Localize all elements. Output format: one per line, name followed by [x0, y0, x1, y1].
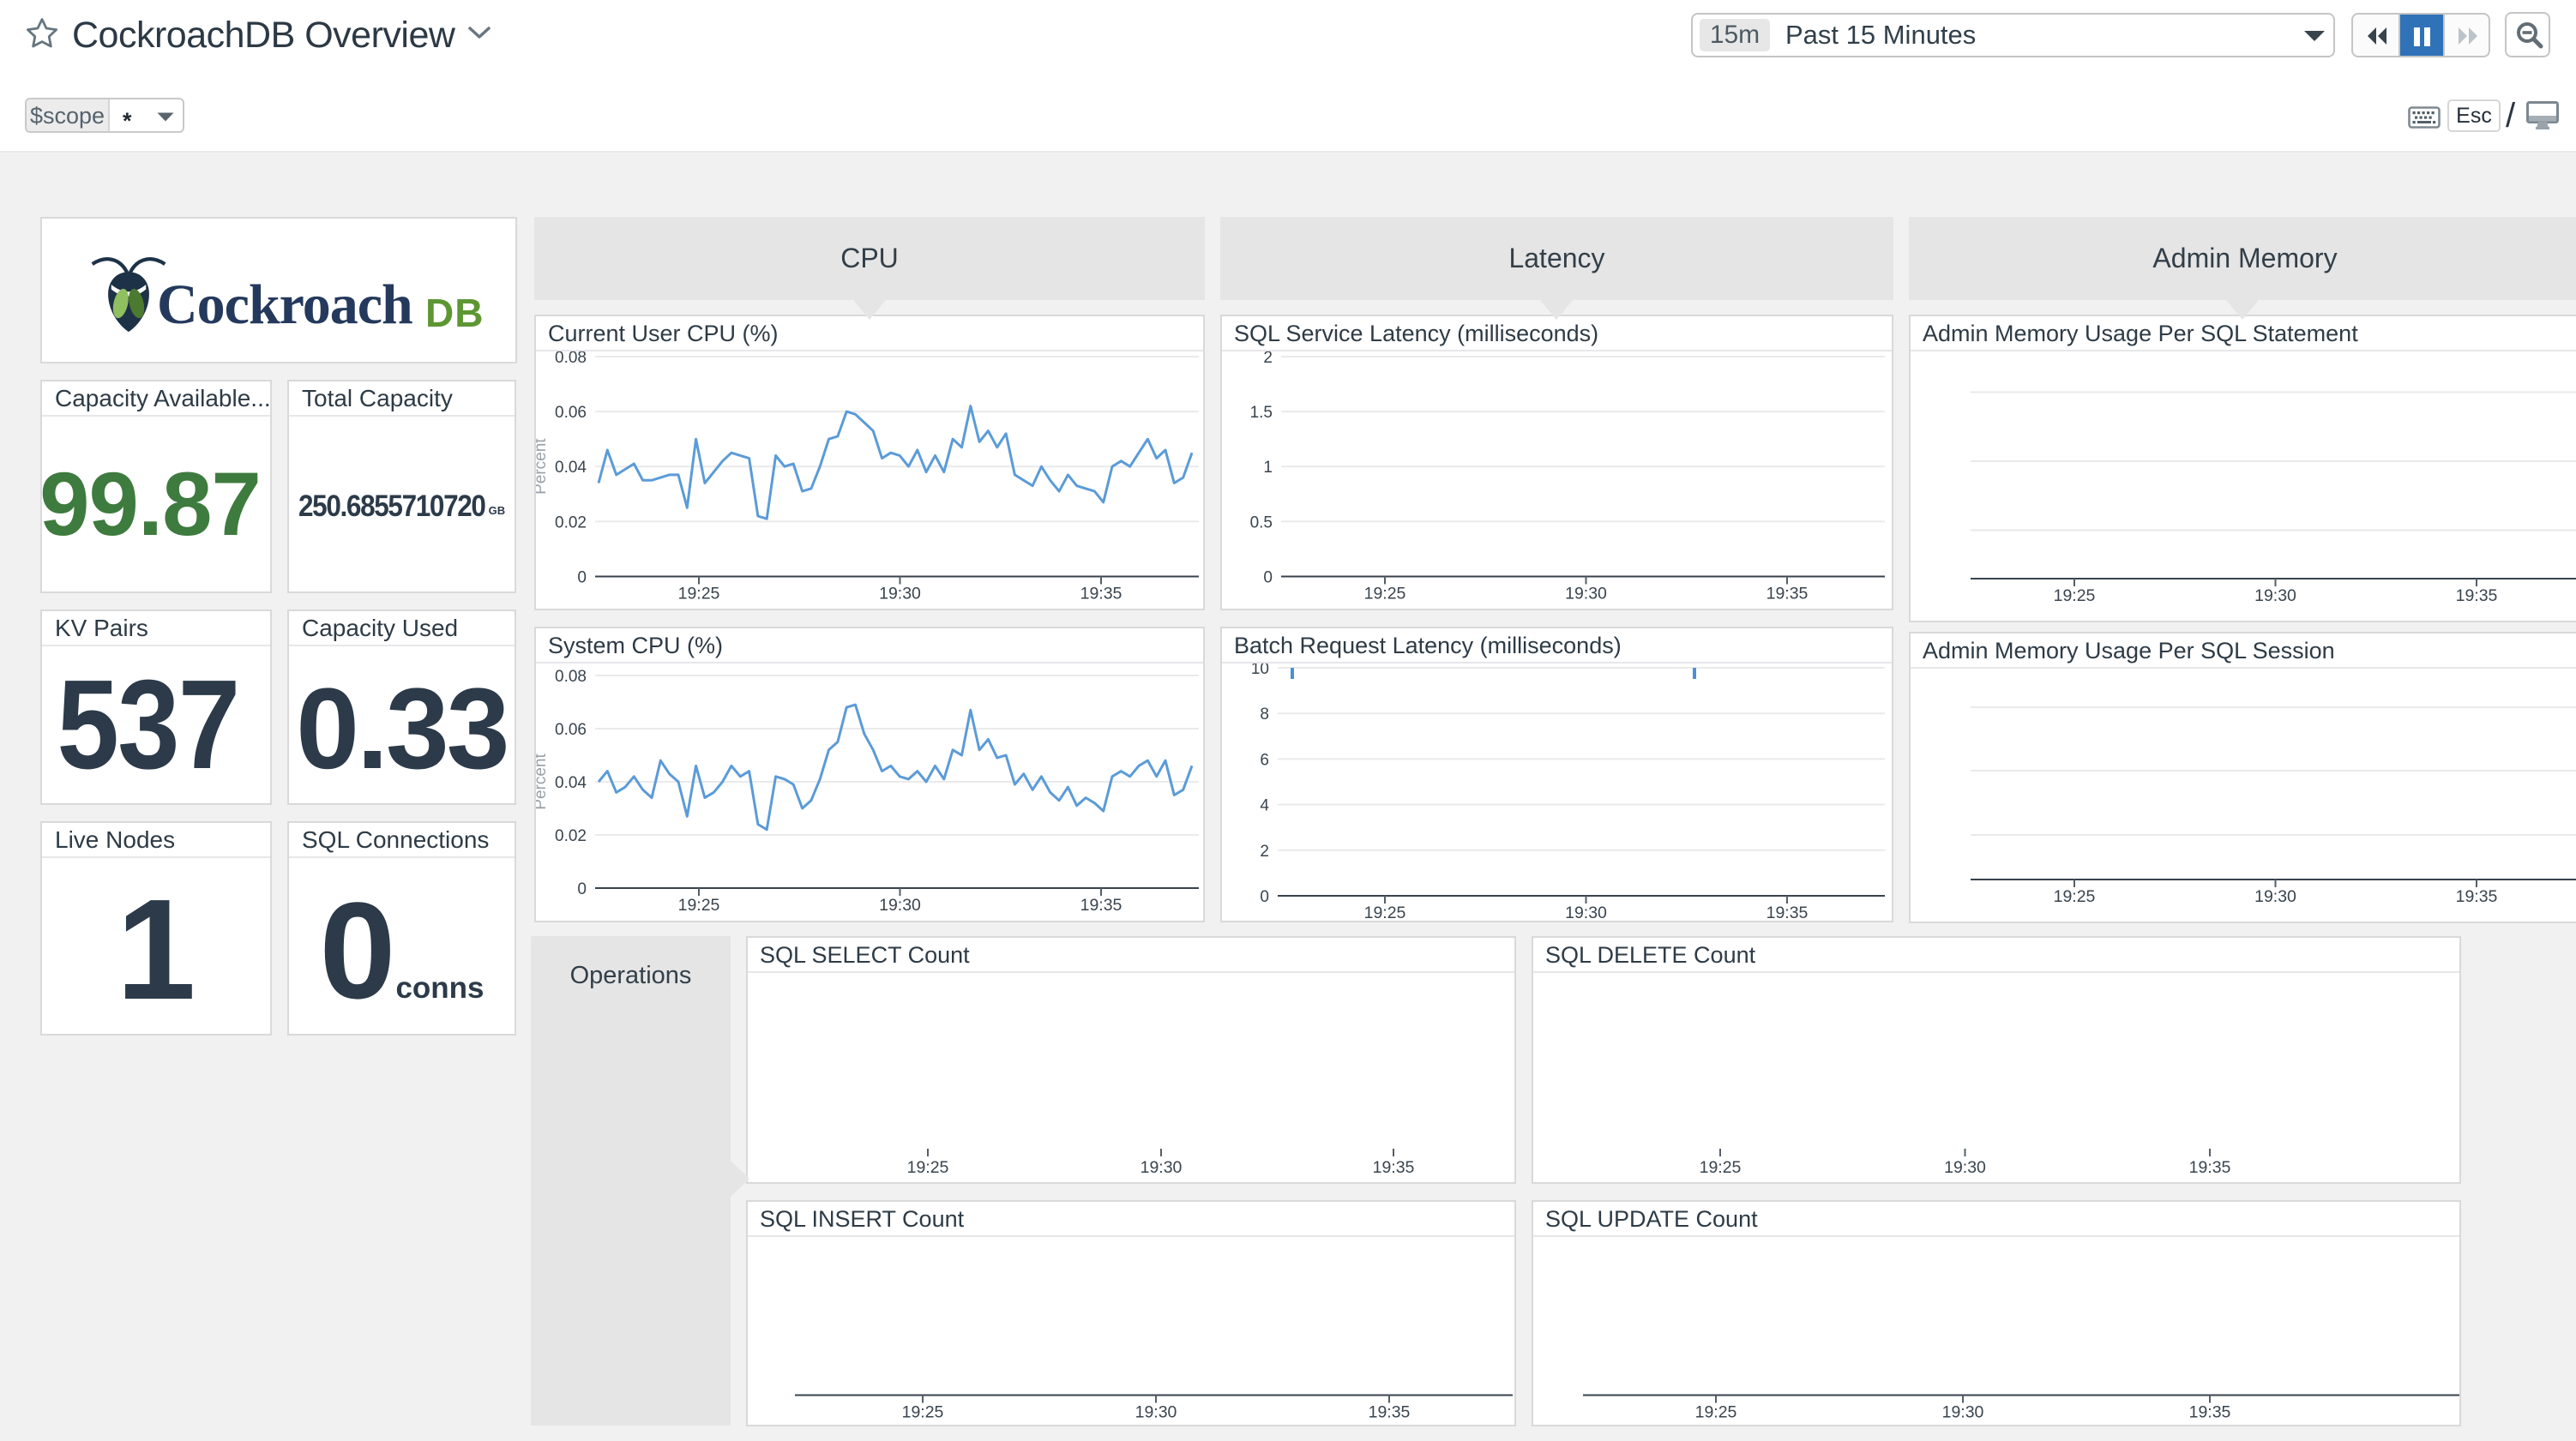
svg-text:0.08: 0.08	[555, 351, 587, 367]
svg-text:6: 6	[1260, 751, 1269, 769]
svg-text:19:35: 19:35	[1369, 1403, 1411, 1422]
svg-text:0.04: 0.04	[555, 459, 587, 477]
svg-text:0.04: 0.04	[555, 774, 587, 792]
svg-text:19:35: 19:35	[2189, 1158, 2231, 1177]
svg-text:0: 0	[577, 880, 587, 898]
svg-text:1.5: 1.5	[1250, 404, 1273, 422]
svg-text:19:35: 19:35	[2456, 586, 2498, 605]
svg-text:0: 0	[1260, 888, 1269, 906]
svg-text:19:30: 19:30	[1942, 1403, 1984, 1422]
svg-text:19:25: 19:25	[902, 1403, 944, 1422]
svg-text:0.06: 0.06	[555, 404, 587, 422]
svg-text:19:35: 19:35	[1080, 896, 1122, 915]
svg-text:10: 10	[1251, 663, 1269, 678]
svg-text:19:25: 19:25	[678, 585, 720, 603]
svg-text:0: 0	[1263, 569, 1273, 587]
svg-text:19:25: 19:25	[2054, 887, 2096, 906]
svg-text:1: 1	[1263, 459, 1273, 477]
svg-text:19:30: 19:30	[1141, 1158, 1183, 1177]
svg-text:19:35: 19:35	[1080, 585, 1122, 603]
svg-text:0.06: 0.06	[555, 721, 587, 739]
svg-text:19:25: 19:25	[1700, 1158, 1742, 1177]
svg-text:19:25: 19:25	[1695, 1403, 1737, 1422]
svg-text:19:35: 19:35	[2456, 887, 2498, 906]
svg-text:19:30: 19:30	[879, 585, 921, 603]
svg-text:19:25: 19:25	[1364, 904, 1406, 921]
svg-text:19:35: 19:35	[2189, 1403, 2231, 1422]
svg-text:4: 4	[1260, 797, 1269, 815]
svg-text:2: 2	[1263, 351, 1273, 367]
svg-text:19:35: 19:35	[1766, 585, 1809, 603]
svg-text:19:25: 19:25	[907, 1158, 949, 1177]
svg-text:19:30: 19:30	[2254, 586, 2296, 605]
svg-text:19:30: 19:30	[1944, 1158, 1986, 1177]
svg-text:19:35: 19:35	[1373, 1158, 1415, 1177]
svg-text:0.08: 0.08	[555, 668, 587, 686]
svg-text:19:35: 19:35	[1766, 904, 1809, 921]
svg-text:8: 8	[1260, 705, 1269, 724]
svg-text:19:30: 19:30	[2254, 887, 2296, 906]
svg-text:19:30: 19:30	[879, 896, 921, 915]
svg-text:19:25: 19:25	[678, 896, 720, 915]
svg-text:2: 2	[1260, 843, 1269, 861]
svg-text:19:25: 19:25	[2054, 586, 2096, 605]
svg-text:0.02: 0.02	[555, 827, 587, 845]
svg-text:Percent: Percent	[536, 754, 550, 810]
svg-text:Percent: Percent	[536, 438, 550, 495]
svg-text:0.5: 0.5	[1250, 513, 1273, 531]
svg-text:19:30: 19:30	[1135, 1403, 1177, 1422]
svg-text:19:30: 19:30	[1565, 904, 1607, 921]
svg-text:19:25: 19:25	[1364, 585, 1406, 603]
svg-text:19:30: 19:30	[1565, 585, 1607, 603]
svg-text:0: 0	[577, 569, 587, 587]
svg-text:0.02: 0.02	[555, 513, 587, 531]
